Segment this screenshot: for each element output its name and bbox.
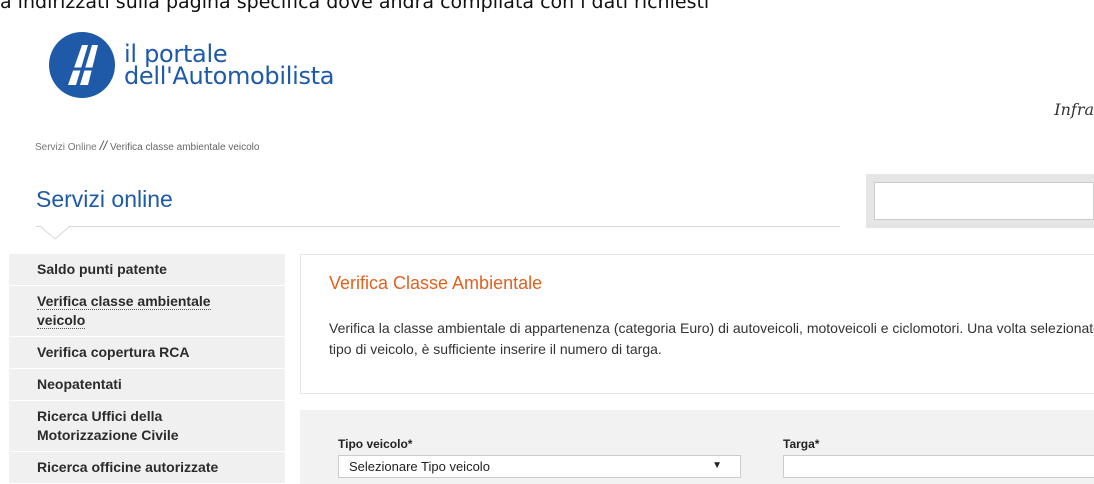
breadcrumb-separator: // [99, 138, 107, 153]
ministry-tagline: Infra [1054, 100, 1094, 119]
search-box [866, 174, 1094, 228]
service-title: Verifica Classe Ambientale [329, 273, 543, 293]
breadcrumb: Servizi Online//Verifica classe ambienta… [35, 138, 259, 153]
portal-logo[interactable]: il portale dell'Automobilista [48, 30, 334, 100]
sidebar-nav: Saldo punti patente Verifica classe ambi… [9, 254, 285, 484]
service-description: Verifica la classe ambientale di apparte… [329, 320, 1094, 357]
targa-input[interactable] [783, 455, 1094, 478]
tipo-veicolo-select[interactable]: Selezionare Tipo veicolo ▼ [338, 455, 741, 478]
sidebar-item-ricerca-officine[interactable]: Ricerca officine autorizzate [9, 452, 285, 484]
breadcrumb-home[interactable]: Servizi Online [35, 142, 97, 153]
search-input[interactable] [874, 182, 1094, 220]
title-divider [36, 226, 840, 227]
service-intro-panel: Verifica Classe Ambientale Verifica la c… [300, 254, 1094, 394]
tipo-veicolo-label: Tipo veicolo* [338, 437, 413, 451]
sidebar-item-ricerca-uffici[interactable]: Ricerca Uffici della Motorizzazione Civi… [9, 401, 285, 452]
page-title: Servizi online [36, 186, 173, 212]
vehicle-form: Tipo veicolo* Selezionare Tipo veicolo ▼… [300, 410, 1094, 484]
divider-notch-icon [40, 226, 70, 240]
sidebar-item-neopatentati[interactable]: Neopatentati [9, 369, 285, 401]
road-logo-icon [49, 32, 115, 98]
targa-label: Targa* [783, 437, 820, 451]
sidebar-item-verifica-classe-ambientale[interactable]: Verifica classe ambientale veicolo [9, 286, 285, 337]
sidebar-item-verifica-copertura-rca[interactable]: Verifica copertura RCA [9, 337, 285, 369]
dropdown-arrow-icon: ▼ [712, 460, 722, 471]
page-caption: a indirizzati sulla pagina specifica dov… [0, 0, 710, 13]
tipo-veicolo-value: Selezionare Tipo veicolo [349, 459, 490, 474]
breadcrumb-current: Verifica classe ambientale veicolo [109, 142, 260, 153]
logo-line-2: dell'Automobilista [124, 62, 335, 90]
sidebar-item-saldo-punti-patente[interactable]: Saldo punti patente [9, 254, 285, 286]
